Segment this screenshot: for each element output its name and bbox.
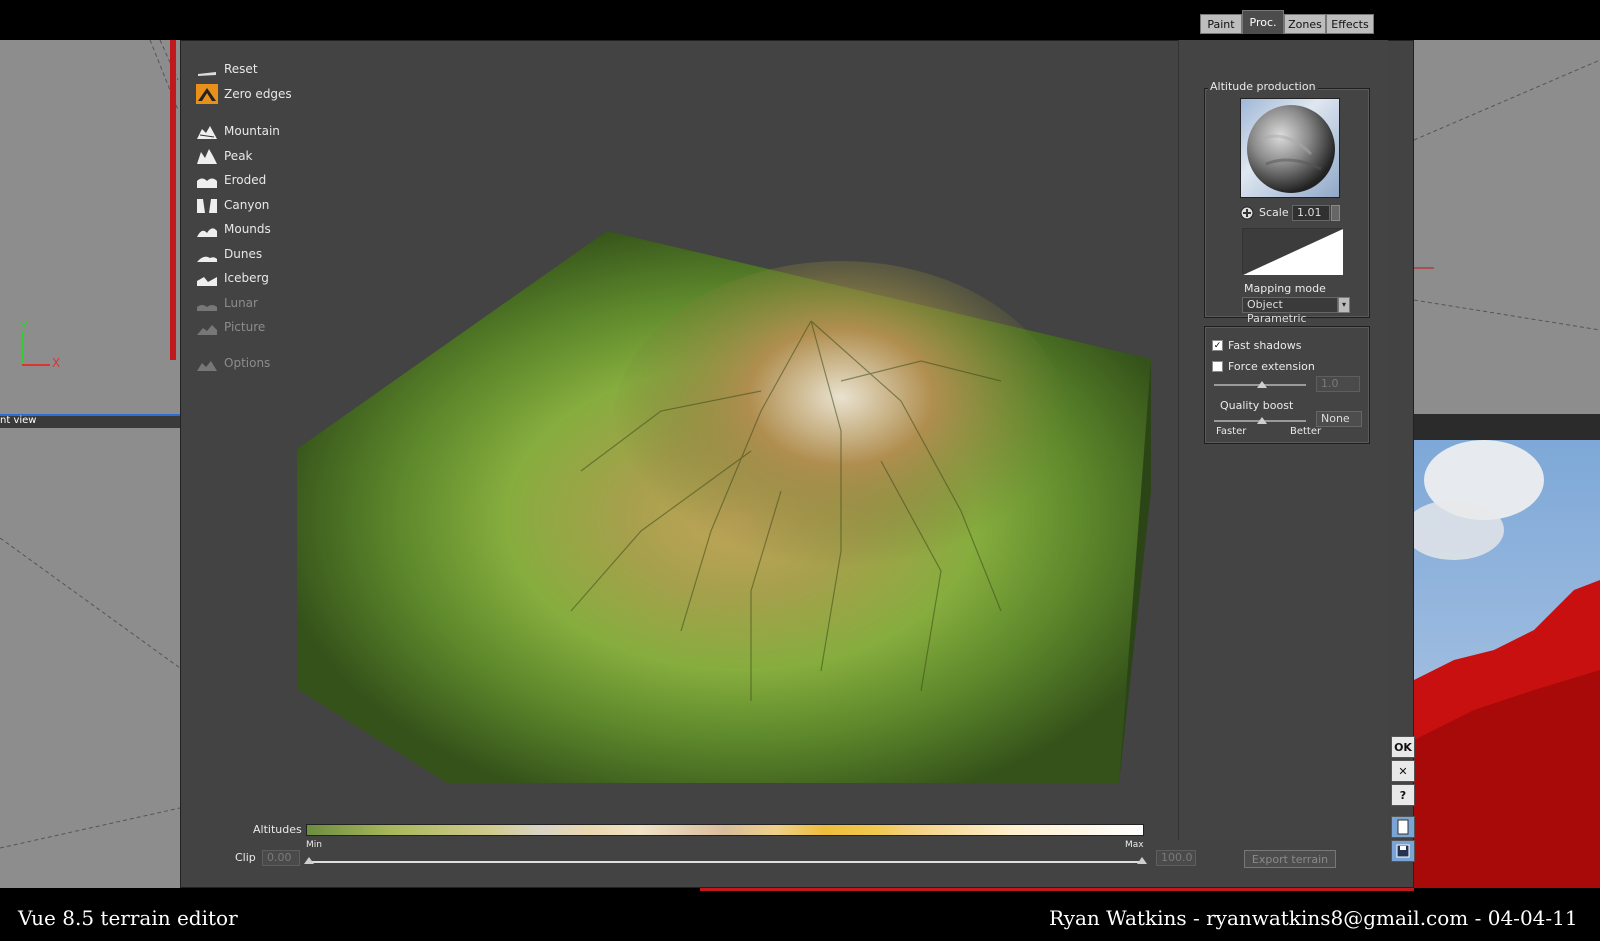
viewport-render-preview[interactable] xyxy=(1414,440,1600,888)
better-label: Better xyxy=(1290,426,1322,437)
canyon-icon xyxy=(197,199,217,213)
mapping-mode-select[interactable]: Object Parametric xyxy=(1242,297,1338,325)
force-extension-label: Force extension xyxy=(1228,360,1315,373)
dunes-icon xyxy=(197,256,217,262)
tool-peak[interactable]: Peak xyxy=(196,145,253,167)
tool-label: Mounds xyxy=(224,222,271,236)
viewport-border-red-bottom xyxy=(700,888,1414,891)
tool-options[interactable]: Options xyxy=(196,352,270,374)
mapping-curve[interactable] xyxy=(1242,228,1343,275)
chevron-down-icon[interactable]: ▾ xyxy=(1338,297,1350,313)
tool-mountain[interactable]: Mountain xyxy=(196,120,280,142)
tool-canyon[interactable]: Canyon xyxy=(196,194,269,216)
tool-label: Zero edges xyxy=(224,87,292,101)
clip-range-slider[interactable] xyxy=(306,861,1144,863)
terrain-3d-view[interactable] xyxy=(281,231,1161,791)
viewport-bottom-left[interactable] xyxy=(0,428,180,888)
caption-title: Vue 8.5 terrain editor xyxy=(18,906,238,930)
clip-min-input[interactable]: 0.00 xyxy=(262,850,300,866)
x-axis-line xyxy=(22,364,50,366)
tool-lunar[interactable]: Lunar xyxy=(196,292,258,314)
force-extension-slider-thumb[interactable] xyxy=(1257,381,1267,388)
iceberg-icon xyxy=(197,277,217,286)
viewport-wireframe xyxy=(1414,59,1600,331)
tool-label: Reset xyxy=(224,62,258,76)
mapping-mode-label: Mapping mode xyxy=(1244,282,1326,295)
viewport-top-right[interactable] xyxy=(1414,40,1600,414)
fast-shadows-label: Fast shadows xyxy=(1228,339,1302,352)
zero-edges-icon xyxy=(196,84,218,104)
viewport-top-left[interactable]: Y X xyxy=(0,40,180,414)
quality-boost-label: Quality boost xyxy=(1220,399,1294,412)
tool-mounds[interactable]: Mounds xyxy=(196,218,271,240)
tool-reset[interactable]: Reset xyxy=(196,58,258,80)
peak-icon xyxy=(197,149,217,164)
faster-label: Faster xyxy=(1216,426,1247,437)
scale-label: Scale xyxy=(1259,206,1289,219)
mounds-icon xyxy=(197,228,217,237)
new-document-icon[interactable] xyxy=(1391,816,1415,838)
material-preview[interactable] xyxy=(1240,98,1340,198)
tab-paint[interactable]: Paint xyxy=(1200,14,1242,34)
tab-proc[interactable]: Proc. xyxy=(1242,10,1284,34)
scale-spinner[interactable] xyxy=(1331,205,1340,221)
tool-dunes[interactable]: Dunes xyxy=(196,243,262,265)
scale-input[interactable]: 1.01 xyxy=(1292,205,1330,221)
force-extension-input[interactable]: 1.0 xyxy=(1316,376,1360,392)
export-terrain-button[interactable]: Export terrain xyxy=(1244,850,1336,868)
help-button[interactable]: ? xyxy=(1391,784,1415,806)
lunar-icon xyxy=(197,305,217,311)
max-label: Max xyxy=(1125,840,1144,850)
y-axis-line xyxy=(22,332,24,366)
tab-effects[interactable]: Effects xyxy=(1326,14,1374,34)
viewport-title-bar-right xyxy=(1414,414,1600,440)
tool-label: Options xyxy=(224,356,271,370)
y-axis-label: Y xyxy=(20,320,28,334)
clip-min-handle[interactable] xyxy=(304,857,314,864)
viewport-wireframe xyxy=(149,40,179,111)
tool-zero-edges[interactable]: Zero edges xyxy=(196,83,292,105)
mountain-icon xyxy=(197,126,217,139)
eroded-icon xyxy=(197,178,217,188)
clip-max-input[interactable]: 100.0 xyxy=(1156,850,1196,866)
x-axis-label: X xyxy=(52,356,61,370)
clip-label: Clip xyxy=(235,851,256,864)
tool-label: Picture xyxy=(224,320,266,334)
viewport-border-red xyxy=(170,40,176,360)
viewport-wireframe xyxy=(0,537,180,849)
options-icon xyxy=(197,361,217,371)
tool-label: Peak xyxy=(224,149,253,163)
tool-label: Mountain xyxy=(224,124,280,138)
scale-lock-icon[interactable] xyxy=(1240,205,1254,220)
picture-icon xyxy=(197,325,217,335)
clip-max-handle[interactable] xyxy=(1137,857,1147,864)
close-button[interactable]: ✕ xyxy=(1391,760,1415,782)
viewport-label: nt view xyxy=(0,415,37,426)
tool-iceberg[interactable]: Iceberg xyxy=(196,267,269,289)
save-icon[interactable] xyxy=(1391,840,1415,862)
min-label: Min xyxy=(306,840,322,850)
tab-zones[interactable]: Zones xyxy=(1284,14,1326,34)
tool-label: Lunar xyxy=(224,296,258,310)
tool-label: Eroded xyxy=(224,173,267,187)
tool-label: Canyon xyxy=(224,198,270,212)
force-extension-checkbox[interactable] xyxy=(1212,361,1223,372)
reset-icon xyxy=(198,72,216,76)
tool-eroded[interactable]: Eroded xyxy=(196,169,266,191)
altitude-production-title: Altitude production xyxy=(1208,80,1318,93)
tool-label: Iceberg xyxy=(224,271,269,285)
caption-author: Ryan Watkins - ryanwatkins8@gmail.com - … xyxy=(1049,906,1578,930)
tool-label: Dunes xyxy=(224,247,263,261)
quality-boost-value: None xyxy=(1316,411,1362,427)
altitudes-label: Altitudes xyxy=(253,823,302,836)
function-sphere-preview xyxy=(1247,105,1335,193)
fast-shadows-checkbox[interactable]: ✓ xyxy=(1212,340,1223,351)
quality-boost-slider-thumb[interactable] xyxy=(1257,417,1267,424)
ok-button[interactable]: OK xyxy=(1391,736,1415,758)
altitude-gradient-bar[interactable] xyxy=(306,824,1144,836)
render-preview-image xyxy=(1414,440,1600,888)
tool-picture[interactable]: Picture xyxy=(196,316,265,338)
